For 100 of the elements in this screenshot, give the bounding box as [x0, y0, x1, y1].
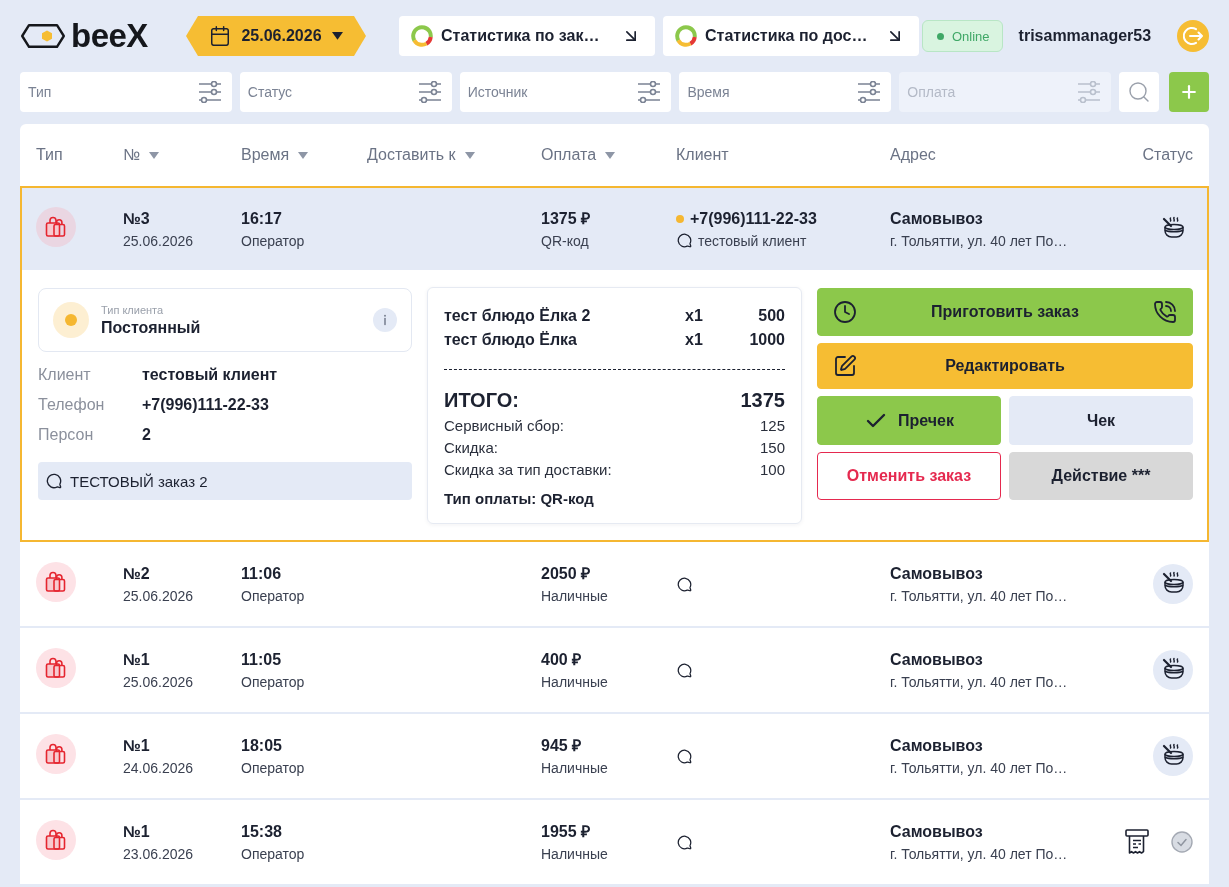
- order-time: 16:17: [241, 208, 283, 229]
- order-number: №1: [123, 735, 151, 756]
- order-date: 25.06.2026: [123, 231, 195, 250]
- logout-button[interactable]: [1177, 20, 1209, 52]
- order-comment: ТЕСТОВЫЙ заказ 2: [70, 472, 208, 490]
- order-number: №1: [123, 649, 151, 670]
- column-header: Клиент: [676, 146, 729, 164]
- order-time: 15:38: [241, 821, 283, 842]
- check-button[interactable]: Чек: [1009, 396, 1193, 445]
- delivery-address: г. Тольятти, ул. 40 лет По…: [890, 844, 1069, 863]
- order-time: 18:05: [241, 735, 283, 756]
- payment-method: Наличные: [541, 672, 609, 691]
- edit-icon: [833, 354, 857, 378]
- charge-label: Скидка за тип доставки:: [444, 460, 612, 478]
- filter-field[interactable]: Статус: [239, 72, 452, 112]
- statistics-button[interactable]: Статистика по зак…: [399, 16, 655, 56]
- delivery-type: Самовывоз: [890, 649, 984, 670]
- column-header: Адрес: [890, 146, 936, 164]
- payment-type: Тип оплаты: QR-код: [444, 489, 595, 509]
- shopping-bag-icon: [36, 648, 76, 688]
- order-row[interactable]: [20, 186, 1209, 542]
- total-label: ИТОГО:: [444, 388, 519, 412]
- client-type-value: Постоянный: [101, 318, 202, 337]
- shopping-bag-icon: [36, 734, 76, 774]
- payment-method: Наличные: [541, 586, 609, 605]
- order-amount: 1955 ₽: [541, 821, 592, 842]
- column-header: Статус: [1142, 146, 1193, 164]
- info-value: +7(996)111-22-33: [142, 396, 270, 414]
- charge-value: 100: [759, 460, 785, 478]
- cooking-pot-icon: [1153, 736, 1193, 776]
- connection-status: Online: [952, 28, 990, 44]
- client-name: тестовый клиент: [698, 231, 807, 250]
- column-header[interactable]: Время: [241, 146, 290, 164]
- precheck-button[interactable]: Пречек: [817, 396, 1001, 445]
- column-header[interactable]: №: [123, 146, 141, 164]
- info-icon[interactable]: [373, 308, 397, 332]
- status-dot-icon: [937, 32, 944, 40]
- sliders-icon: [1077, 81, 1102, 103]
- sliders-icon: [197, 81, 222, 103]
- cancel-button[interactable]: Отменить заказ: [817, 452, 1001, 500]
- clock-icon: [833, 300, 857, 324]
- filter-field[interactable]: Тип: [20, 72, 232, 112]
- delivery-type: Самовывоз: [890, 821, 984, 842]
- sliders-icon: [417, 81, 442, 103]
- shopping-bag-icon: [36, 562, 76, 602]
- prepare-button[interactable]: Приготовить заказ: [817, 288, 1193, 336]
- donut-chart-icon: [675, 25, 697, 47]
- order-number: №2: [123, 563, 151, 584]
- logo-icon: [20, 23, 66, 49]
- shopping-bag-icon: [36, 207, 76, 247]
- chat-bubble-icon: [677, 748, 692, 764]
- chat-bubble-icon: [677, 576, 692, 592]
- dish-name: тест блюдо Ёлка: [444, 331, 577, 349]
- add-button[interactable]: [1169, 72, 1209, 112]
- order-number: №1: [123, 821, 151, 842]
- payment-method: Наличные: [541, 758, 609, 777]
- order-time: 11:05: [241, 649, 283, 670]
- column-header[interactable]: Оплата: [541, 146, 597, 164]
- filter-field[interactable]: Источник: [459, 72, 672, 112]
- order-source: Оператор: [241, 672, 306, 691]
- plus-icon: [1179, 82, 1199, 102]
- charge-label: Скидка:: [444, 438, 498, 456]
- filter-field[interactable]: Время: [679, 72, 892, 112]
- donut-chart-icon: [411, 25, 433, 47]
- order-amount: 945 ₽: [541, 735, 583, 756]
- delivery-address: г. Тольятти, ул. 40 лет По…: [890, 672, 1069, 691]
- sliders-icon: [857, 81, 882, 103]
- delivery-address: г. Тольятти, ул. 40 лет По…: [890, 758, 1069, 777]
- order-source: Оператор: [241, 231, 306, 250]
- total-value: 1375: [740, 388, 785, 412]
- info-value: 2: [142, 426, 152, 444]
- edit-button[interactable]: Редактировать: [817, 343, 1193, 389]
- order-date: 23.06.2026: [123, 844, 195, 863]
- sliders-icon: [637, 81, 662, 103]
- date-picker-button[interactable]: 25.06.2026: [186, 16, 366, 56]
- dish-name: тест блюдо Ёлка 2: [444, 307, 591, 325]
- cooking-pot-icon: [1153, 564, 1193, 604]
- chat-bubble-icon: [46, 473, 62, 489]
- order-source: Оператор: [241, 844, 306, 863]
- username: trisammanager53: [1018, 27, 1152, 45]
- dish-price: 500: [758, 307, 785, 325]
- delivery-address: г. Тольятти, ул. 40 лет По…: [890, 586, 1069, 605]
- payment-method: Наличные: [541, 844, 609, 863]
- order-source: Оператор: [241, 586, 306, 605]
- info-value: тестовый клиент: [142, 366, 279, 384]
- chat-bubble-icon: [677, 662, 692, 678]
- search-button[interactable]: [1119, 72, 1160, 112]
- order-number: №3: [123, 208, 151, 229]
- charge-value: 125: [759, 416, 785, 434]
- order-source: Оператор: [241, 758, 306, 777]
- order-amount: 400 ₽: [541, 649, 583, 670]
- more-button[interactable]: Действие ***: [1009, 452, 1193, 500]
- shopping-bag-icon: [36, 820, 76, 860]
- order-time: 11:06: [241, 563, 283, 584]
- chat-bubble-icon: [677, 233, 692, 248]
- column-header[interactable]: Доставить к: [367, 146, 456, 164]
- delivery-address: г. Тольятти, ул. 40 лет По…: [890, 231, 1069, 250]
- logout-icon: [1183, 26, 1203, 46]
- statistics-button[interactable]: Статистика по дос…: [663, 16, 919, 56]
- client-type-label: Тип клиента: [101, 303, 165, 316]
